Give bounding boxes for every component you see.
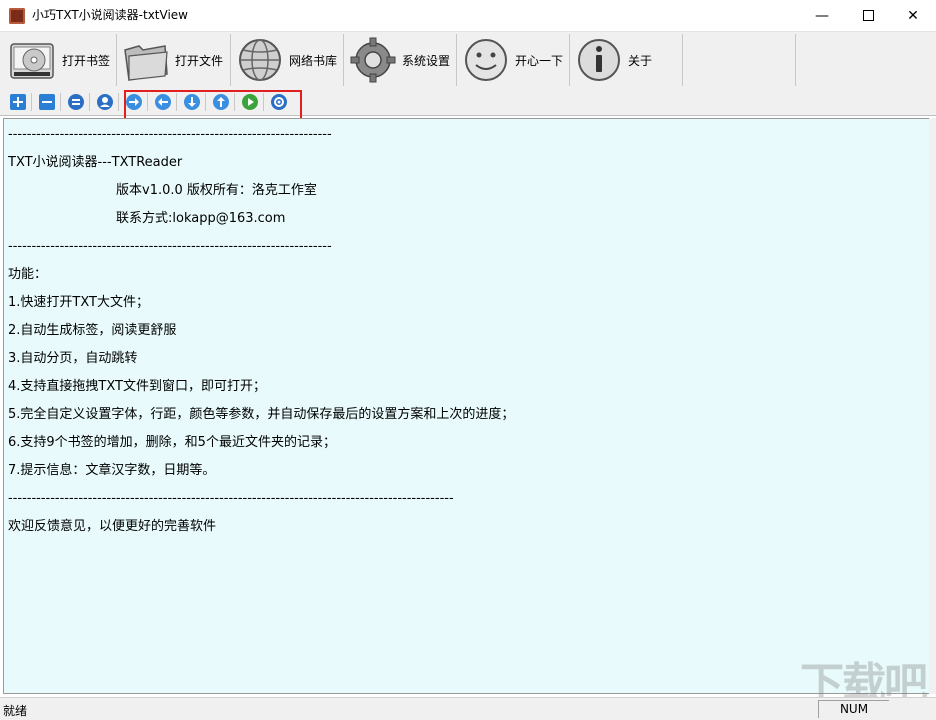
window-title: 小巧TXT小说阅读器-txtView (32, 8, 188, 22)
user-button[interactable] (97, 94, 113, 110)
main-toolbar: 打开书签 打开文件 网络书库 系统设置 开心一下 关于 (0, 31, 936, 90)
gear-icon (348, 36, 398, 84)
open-file-label: 打开文件 (175, 53, 224, 68)
text-line: 功能： (8, 267, 48, 282)
zoom-in-button[interactable] (10, 94, 26, 110)
zoom-out-button[interactable] (39, 94, 55, 110)
reader-text-area[interactable]: ----------------------------------------… (3, 118, 932, 694)
right-edge (929, 118, 936, 694)
online-library-button[interactable]: 网络书库 (231, 34, 344, 86)
divider-line: ----------------------------------------… (8, 239, 332, 254)
about-label: 关于 (628, 53, 653, 68)
app-icon (9, 8, 25, 24)
status-bar: 就绪 NUM (0, 697, 936, 720)
zoom-in-icon (13, 97, 23, 107)
toolbar-separator (118, 93, 119, 111)
text-line: 6.支持9个书签的增加，删除，和5个最近文件夹的记录； (8, 435, 336, 450)
text-line: 4.支持直接拖拽TXT文件到窗口，即可打开； (8, 379, 266, 394)
divider-line: ----------------------------------------… (8, 491, 454, 506)
user-icon (100, 97, 110, 107)
text-line: 3.自动分页，自动跳转 (8, 351, 138, 366)
maximize-button[interactable] (845, 0, 891, 31)
highlight-annotation (124, 90, 302, 121)
text-line: 7.提示信息：文章汉字数，日期等。 (8, 463, 216, 478)
toolbar-separator (89, 93, 90, 111)
online-library-label: 网络书库 (289, 53, 338, 68)
bookmark-disk-icon (8, 36, 58, 84)
toolbar-separator (60, 93, 61, 111)
text-line: 欢迎反馈意见，以便更好的完善软件 (8, 519, 217, 534)
title-bar: 小巧TXT小说阅读器-txtView — ✕ (0, 0, 936, 31)
text-line: 版本v1.0.0 版权所有：洛克工作室 (116, 183, 317, 198)
minimize-button[interactable]: — (799, 0, 845, 31)
status-text: 就绪 (3, 704, 28, 718)
toolbar-separator (31, 93, 32, 111)
text-line: 2.自动生成标签，阅读更舒服 (8, 323, 177, 338)
zoom-out-icon (42, 101, 52, 103)
fun-button[interactable]: 开心一下 (457, 34, 570, 86)
divider-line: ----------------------------------------… (8, 127, 332, 142)
toolbar-empty-slot (683, 34, 796, 86)
text-line: 5.完全自定义设置字体，行距，颜色等参数，并自动保存最后的设置方案和上次的进度； (8, 407, 515, 422)
text-line: 联系方式:lokapp@163.com (116, 211, 286, 226)
text-line: TXT小说阅读器---TXTReader (8, 155, 183, 170)
line-spacing-button[interactable] (68, 94, 84, 110)
folder-icon (121, 36, 171, 84)
about-button[interactable]: 关于 (570, 34, 683, 86)
settings-button[interactable]: 系统设置 (344, 34, 457, 86)
text-line: 1.快速打开TXT大文件； (8, 295, 149, 310)
close-button[interactable]: ✕ (890, 0, 936, 31)
num-lock-indicator: NUM (818, 700, 889, 718)
smiley-icon (461, 36, 511, 84)
maximize-icon (862, 10, 874, 21)
open-file-button[interactable]: 打开文件 (117, 34, 231, 86)
info-icon (574, 36, 624, 84)
fun-label: 开心一下 (515, 53, 564, 68)
line-spacing-icon (72, 99, 80, 105)
settings-label: 系统设置 (402, 53, 451, 68)
globe-icon (235, 36, 285, 84)
minimize-icon: — (815, 7, 829, 24)
close-icon: ✕ (907, 7, 919, 24)
open-bookmark-label: 打开书签 (62, 53, 111, 68)
open-bookmark-button[interactable]: 打开书签 (4, 34, 117, 86)
